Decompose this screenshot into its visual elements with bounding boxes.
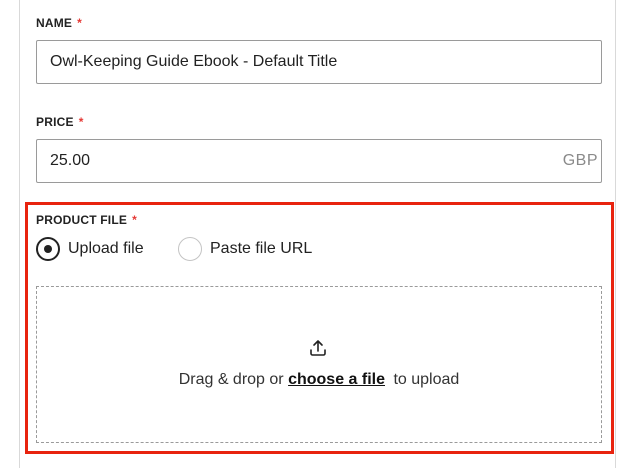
name-input[interactable]: Owl-Keeping Guide Ebook - Default Title — [36, 40, 602, 84]
price-label-text: PRICE — [36, 115, 74, 129]
dropzone-text-before: Drag & drop or — [178, 371, 284, 388]
product-file-label: PRODUCT FILE * — [36, 213, 137, 227]
radio-checked-icon[interactable] — [36, 237, 60, 261]
radio-upload-file-label[interactable]: Upload file — [68, 240, 144, 258]
name-input-value: Owl-Keeping Guide Ebook - Default Title — [50, 53, 338, 70]
name-label-text: NAME — [36, 16, 73, 30]
dropzone-instructions: Drag & drop or choose a file to upload — [0, 371, 638, 389]
product-file-label-text: PRODUCT FILE — [36, 213, 128, 227]
name-label: NAME * — [36, 16, 82, 30]
upload-icon — [310, 340, 326, 356]
price-input[interactable]: 25.00 GBP — [36, 139, 602, 183]
required-marker: * — [77, 16, 83, 30]
required-marker: * — [132, 213, 137, 227]
radio-upload-file[interactable]: Upload file — [36, 236, 144, 262]
dropzone-text-after: to upload — [393, 371, 460, 388]
radio-paste-file-url[interactable]: Paste file URL — [178, 236, 312, 262]
choose-file-link[interactable]: choose a file — [288, 371, 385, 388]
file-dropzone[interactable] — [36, 286, 602, 443]
radio-paste-file-url-label[interactable]: Paste file URL — [210, 240, 312, 258]
price-label: PRICE * — [36, 115, 84, 129]
required-marker: * — [78, 115, 84, 129]
currency-suffix: GBP — [562, 152, 598, 169]
radio-unchecked-icon[interactable] — [178, 237, 202, 261]
price-input-value: 25.00 — [50, 152, 91, 169]
